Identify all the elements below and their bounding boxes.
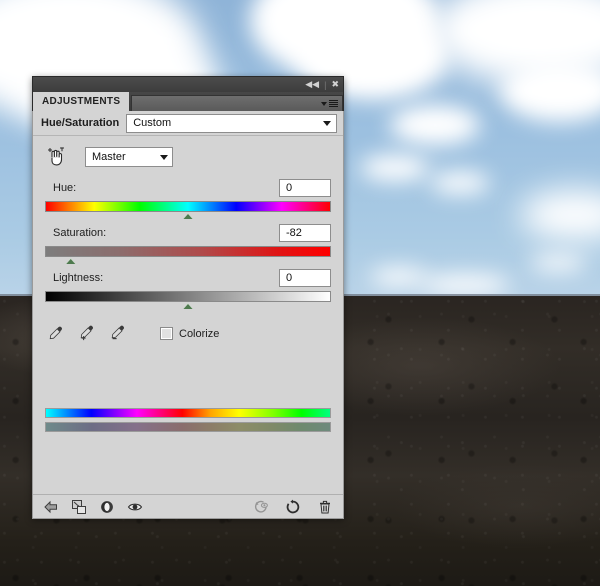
lightness-track-wrap[interactable] [45,291,331,309]
colorize-label: Colorize [179,327,220,340]
adjustment-name-label: Hue/Saturation [41,117,120,129]
tab-adjustments[interactable]: ADJUSTMENTS [33,92,130,111]
footer-right-group [253,499,333,515]
return-to-adjustment-list-button[interactable] [43,499,59,515]
chevron-down-icon [323,120,331,126]
toggle-layer-visibility-button[interactable] [127,499,143,515]
preset-dropdown-value: Custom [133,117,172,129]
eyedropper-sample-icon[interactable] [47,325,64,342]
lightness-slider-block: Lightness: 0 [33,269,343,309]
cloud [530,255,586,271]
panel-flyout-menu-icon[interactable] [321,100,338,107]
hue-range-bar [45,408,331,418]
menu-lines-icon [329,100,338,107]
lightness-track[interactable] [45,291,331,302]
tab-strip-filler [131,95,343,111]
hue-track[interactable] [45,201,331,212]
colorize-checkbox[interactable] [160,327,173,340]
footer-left-group [43,499,143,515]
panel-footer-toolbar [33,494,343,518]
cloud [360,155,430,181]
chevron-down-icon [321,101,327,106]
delete-adjustment-layer-button[interactable] [317,499,333,515]
eyedropper-subtract-icon[interactable] [109,325,126,342]
adjusted-result-bar [45,422,331,432]
panel-tab-row: ADJUSTMENTS [32,92,344,111]
hue-slider-thumb[interactable] [182,212,194,219]
lightness-slider-header: Lightness: 0 [45,269,331,287]
reset-adjustment-button[interactable] [285,499,301,515]
cloud [420,275,510,295]
eyedropper-add-icon[interactable] [78,325,95,342]
saturation-slider-header: Saturation: -82 [45,224,331,242]
panel-titlebar[interactable]: ◀◀ | ✖ [32,76,344,92]
hue-input[interactable]: 0 [279,179,331,197]
saturation-slider-thumb[interactable] [65,257,77,264]
cloud [390,105,480,145]
channel-dropdown-value: Master [92,151,126,163]
saturation-label: Saturation: [53,227,107,239]
hue-label: Hue: [53,182,77,194]
adjustments-panel: ◀◀ | ✖ ADJUSTMENTS Hue/Saturation Custom [32,76,344,519]
view-previous-state-button[interactable] [253,499,269,515]
hue-slider-block: Hue: 0 [33,179,343,219]
cloud [430,172,490,194]
hue-track-wrap[interactable] [45,201,331,219]
panel-body: Hue/Saturation Custom Master Hue: 0 Satu… [32,111,344,519]
tool-row: Master [33,136,343,172]
preset-row: Hue/Saturation Custom [33,111,343,136]
clip-to-layer-button[interactable] [71,499,87,515]
color-range-bars [45,408,331,432]
hue-slider-header: Hue: 0 [45,179,331,197]
chevron-down-icon [160,154,168,160]
toggle-layer-mask-button[interactable] [99,499,115,515]
colorize-toggle[interactable]: Colorize [160,327,219,340]
collapse-to-icons-icon[interactable]: ◀◀ [305,80,319,89]
titlebar-separator: | [324,79,327,90]
lightness-slider-thumb[interactable] [182,302,194,309]
saturation-track[interactable] [45,246,331,257]
preset-dropdown[interactable]: Custom [126,113,337,133]
lightness-label: Lightness: [53,272,104,284]
lightness-input[interactable]: 0 [279,269,331,287]
saturation-slider-block: Saturation: -82 [33,224,343,264]
close-icon[interactable]: ✖ [331,80,339,89]
channel-dropdown[interactable]: Master [85,147,173,167]
saturation-track-wrap[interactable] [45,246,331,264]
on-image-adjustment-tool-icon[interactable] [45,146,67,168]
eyedropper-row: Colorize [33,307,343,342]
saturation-input[interactable]: -82 [279,224,331,242]
